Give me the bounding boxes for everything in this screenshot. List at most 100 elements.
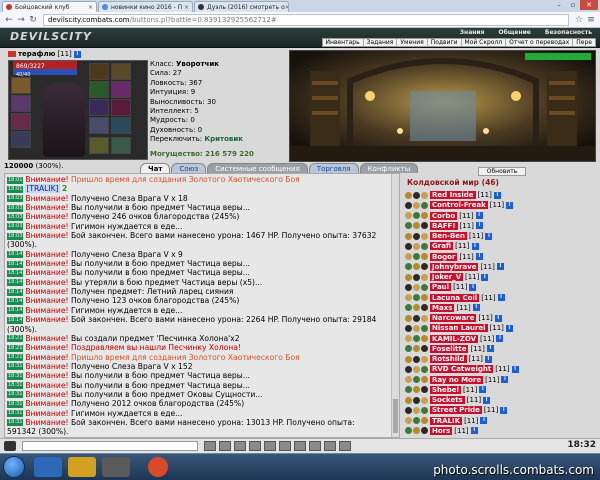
online-user-name[interactable]: Rotshild [430,355,467,364]
info-icon[interactable]: i [493,191,501,199]
chat-timestamp[interactable]: 18:14 [7,251,24,259]
info-icon[interactable]: i [496,335,504,343]
chat-timestamp[interactable]: 18:03 [7,213,24,221]
filter-icon[interactable] [234,441,246,451]
equip-slot-ring-1[interactable] [89,63,109,80]
info-icon[interactable]: i [486,345,494,353]
chat-timestamp[interactable]: 18:21 [7,354,24,362]
chat-timestamp[interactable]: 18:03 [7,204,24,212]
private-message-icon[interactable] [405,232,412,240]
chat-timestamp[interactable]: 18:31 [7,363,24,371]
online-user-name[interactable]: Hors [430,426,453,435]
private-message-icon[interactable] [405,273,412,281]
private-message-icon[interactable] [405,242,412,250]
private-message-icon[interactable] [405,222,412,230]
online-user-name[interactable]: BAFF! [430,221,458,230]
equip-slot-amulet[interactable] [89,81,109,98]
online-user-name[interactable]: Joker_V [430,273,463,282]
clear-icon[interactable] [219,441,231,451]
chat-timestamp[interactable]: 18:31 [7,382,24,390]
online-user-name[interactable]: Control-Freak [430,201,488,210]
smiles-icon[interactable] [204,441,216,451]
online-user-name[interactable]: TRALIK [430,416,463,425]
private-message-icon[interactable] [405,253,412,261]
online-user-name[interactable]: Foselitte [430,344,469,353]
chat-timestamp[interactable]: 18:31 [7,400,24,408]
equip-slot-weapon[interactable] [11,95,31,112]
equip-slot-helmet[interactable] [11,77,31,94]
equip-slot-belt[interactable] [11,131,31,148]
switch-crit-link[interactable]: Критовик [204,135,243,143]
private-message-icon[interactable] [405,335,412,343]
info-icon[interactable]: i [505,324,513,332]
sound-icon[interactable] [249,441,261,451]
mail-icon[interactable] [294,441,306,451]
menu-more[interactable]: Пере [572,39,595,46]
info-icon[interactable]: i [506,201,514,209]
info-icon[interactable]: i [497,294,505,302]
location-view[interactable] [289,50,596,162]
url-input[interactable]: devilscity.combats.com/buttons.pl?battle… [43,13,569,26]
online-user-name[interactable]: Paul [430,283,452,292]
online-user-name[interactable]: Shebel [430,385,461,394]
equip-slot-armor[interactable] [11,113,31,130]
info-icon[interactable]: i [472,304,480,312]
chat-mode-icon[interactable] [4,441,16,451]
explorer-taskbar-icon[interactable] [68,457,96,477]
online-user-name[interactable]: Maxs [430,303,455,312]
chat-scrollbar-thumb[interactable] [393,399,398,433]
media-taskbar-icon[interactable] [102,457,130,477]
minimize-icon[interactable]: – [552,0,566,10]
menu-inventory[interactable]: Инвентарь [323,39,363,46]
private-message-icon[interactable] [405,376,412,384]
equip-slot-gloves[interactable] [89,99,109,116]
online-user-name[interactable]: Nissan Laurel [430,324,488,333]
info-icon[interactable]: i [496,263,504,271]
settings-icon[interactable] [279,441,291,451]
online-user-name[interactable]: KAMIL-ZOV [430,334,479,343]
menu-feats[interactable]: Подвиги [426,39,461,46]
tab-close-icon[interactable]: × [88,4,93,11]
top-menu-chat[interactable]: Общение [498,29,530,36]
private-message-icon[interactable] [405,283,412,291]
info-icon[interactable]: i [485,232,493,240]
private-message-icon[interactable] [405,386,412,394]
private-message-icon[interactable] [405,355,412,363]
info-icon[interactable]: i [469,283,477,291]
reload-icon[interactable]: ↻ [27,15,39,25]
maximize-icon[interactable]: ▫ [566,0,580,10]
info-icon[interactable]: i [500,406,508,414]
equip-slot-shield[interactable] [111,99,131,116]
chat-timestamp[interactable]: 18:14 [7,288,24,296]
info-icon[interactable]: i [484,355,492,363]
chat-timestamp[interactable]: 18:31 [7,410,24,418]
chrome-taskbar-icon[interactable] [148,457,168,477]
private-message-icon[interactable] [405,294,412,302]
tab-close-icon[interactable]: × [184,4,189,11]
online-user-name[interactable]: Lacuna Coil [430,293,480,302]
info-icon[interactable]: i [475,222,483,230]
tab-close-icon[interactable]: × [285,4,288,11]
chat-timestamp[interactable]: 18:31 [7,419,24,427]
chat-timestamp[interactable]: 18:01 [7,176,24,184]
info-icon[interactable]: i [483,396,491,404]
chat-timestamp[interactable]: 18:14 [7,279,24,287]
chat-timestamp[interactable]: 18:31 [7,372,24,380]
translit-icon[interactable] [264,441,276,451]
chat-scrollbar[interactable] [391,174,399,437]
chat-timestamp[interactable]: 18:01 [7,185,24,193]
private-message-icon[interactable] [405,406,412,414]
character-name[interactable]: терафлю [18,50,55,58]
info-icon[interactable]: i [475,253,483,261]
info-icon[interactable]: i [479,386,487,394]
chat-timestamp[interactable]: 18:31 [7,391,24,399]
tab-union[interactable]: Союз [171,163,207,173]
private-message-icon[interactable] [405,427,412,435]
close-window-icon[interactable]: ✕ [580,0,598,10]
online-user-name[interactable]: Ben-Ben [430,232,468,241]
private-message-icon[interactable] [405,304,412,312]
equip-slot-ring-2[interactable] [111,63,131,80]
private-message-icon[interactable] [405,365,412,373]
private-message-icon[interactable] [405,314,412,322]
chat-timestamp[interactable]: 18:03 [7,232,24,240]
